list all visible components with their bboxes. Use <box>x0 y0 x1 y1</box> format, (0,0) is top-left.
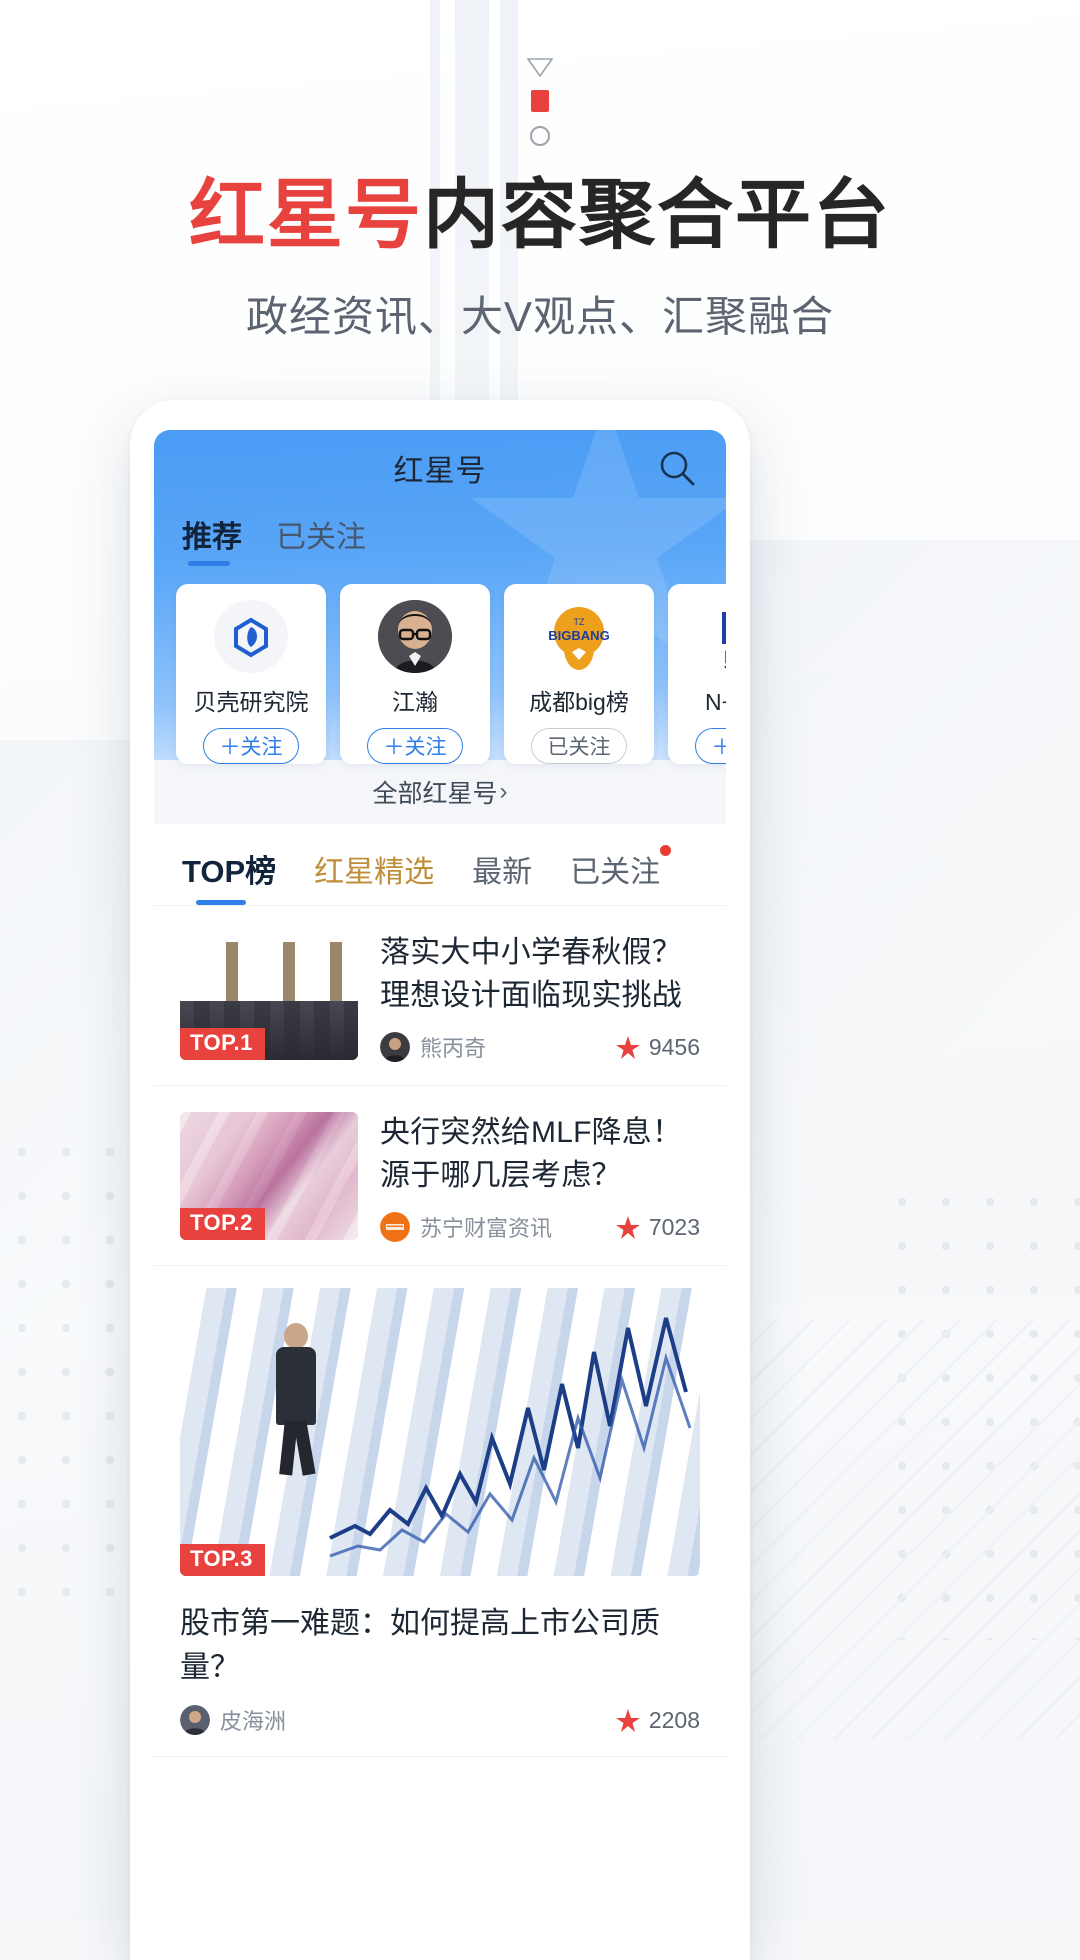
follow-button[interactable]: ＋关注 <box>203 728 299 765</box>
news-author-name: 熊丙奇 <box>420 1036 487 1062</box>
news-list: TOP.1 落实大中小学春秋假？理想设计面临现实挑战 熊丙奇 9456 TOP.… <box>154 906 726 1758</box>
news-author-name: 皮海洲 <box>220 1709 287 1735</box>
hot-star-icon <box>615 1036 640 1060</box>
unread-dot-badge <box>660 845 672 856</box>
all-publishers-link[interactable]: 全部红星号 › <box>372 774 507 810</box>
avatar <box>380 1032 410 1063</box>
rank-badge: TOP.2 <box>180 1208 265 1241</box>
hero-section: 红星号内容聚合平台 政经资讯、大V观点、汇聚融合 <box>0 0 1080 344</box>
hot-star-icon <box>615 1709 640 1733</box>
beike-research-logo-icon <box>214 600 288 674</box>
page-title: 红星号内容聚合平台 <box>0 172 1080 259</box>
phone-mockup: 红星号 推荐 已关注 贝壳研究院 ＋关注 江瀚 ＋关注 TZ BIGBANG 成… <box>130 400 750 1960</box>
news-body: 落实大中小学春秋假？理想设计面临现实挑战 熊丙奇 9456 <box>380 932 700 1063</box>
tab-latest-label: 最新 <box>472 856 533 889</box>
news-hot-count: 9456 <box>648 1033 700 1060</box>
news-item[interactable]: TOP.2 央行突然给MLF降息！源于哪几层考虑？ 苏宁财富资讯 7023 <box>154 1086 726 1267</box>
follow-button[interactable]: ＋关注 <box>367 728 463 765</box>
app-title-bar: 红星号 <box>154 430 726 506</box>
tab-top-list[interactable]: TOP榜 <box>182 846 276 905</box>
all-publishers-label: 全部红星号 <box>372 780 498 808</box>
tab-featured-label: 红星精选 <box>314 856 435 889</box>
app-header: 红星号 推荐 已关注 贝壳研究院 ＋关注 江瀚 ＋关注 TZ BIGBANG 成… <box>154 430 726 765</box>
avatar <box>380 1212 410 1243</box>
jianghan-avatar-icon <box>378 600 452 674</box>
svg-text:TZ: TZ <box>574 617 585 627</box>
page-subtitle: 政经资讯、大V观点、汇聚融合 <box>245 293 834 341</box>
rank-badge: TOP.3 <box>180 1544 265 1577</box>
news-title[interactable]: 股市第一难题：如何提高上市公司质量？ <box>180 1598 700 1686</box>
hot-star-icon <box>615 1216 640 1240</box>
news-body: 央行突然给MLF降息！源于哪几层考虑？ 苏宁财富资讯 7023 <box>380 1112 700 1243</box>
news-hero-image: TOP.3 <box>180 1288 700 1577</box>
app-title: 红星号 <box>393 455 487 488</box>
tab-latest[interactable]: 最新 <box>472 847 532 905</box>
content-tab-bar: TOP榜 红星精选 最新 已关注 <box>154 824 726 906</box>
svg-text:BIGBANG: BIGBANG <box>548 628 609 643</box>
tab-recommend-label: 推荐 <box>182 521 242 554</box>
tab-top-list-label: TOP榜 <box>182 854 277 889</box>
publisher-name: 江瀚 <box>392 689 438 716</box>
publisher-name: 贝壳研究院 <box>193 689 309 716</box>
background-diagonal-lines <box>700 1320 1080 1740</box>
app-screen: 红星号 推荐 已关注 贝壳研究院 ＋关注 江瀚 ＋关注 TZ BIGBANG 成… <box>154 430 726 1960</box>
page-title-accent: 红星号 <box>189 173 423 258</box>
all-publishers-row[interactable]: 全部红星号 › <box>154 760 726 824</box>
news-author[interactable]: 苏宁财富资讯 <box>380 1211 552 1243</box>
tab-followed[interactable]: 已关注 <box>570 845 672 905</box>
stock-chart-businessman-photo <box>180 1288 700 1577</box>
chevron-right-icon: › <box>499 778 508 805</box>
news-author[interactable]: 皮海洲 <box>180 1704 286 1736</box>
tab-following[interactable]: 已关注 <box>276 512 366 568</box>
chengdu-bigbang-logo-icon: TZ BIGBANG <box>542 600 616 673</box>
triangle-outline-icon <box>527 58 553 77</box>
news-title[interactable]: 央行突然给MLF降息！源于哪几层考虑？ <box>380 1112 700 1197</box>
follow-button[interactable]: 已关注 <box>531 728 627 765</box>
tab-followed-label: 已关注 <box>570 856 661 889</box>
news-hot-count: 2208 <box>648 1706 700 1733</box>
news-hot: 2208 <box>615 1707 700 1734</box>
follow-button[interactable]: ＋关注 <box>695 728 726 765</box>
tab-featured[interactable]: 红星精选 <box>314 847 434 905</box>
svg-text:财经: 财经 <box>724 648 726 670</box>
news-meta: 苏宁财富资讯 7023 <box>380 1197 700 1243</box>
publisher-card[interactable]: 贝壳研究院 ＋关注 <box>176 584 326 765</box>
news-author-name: 苏宁财富资讯 <box>420 1216 553 1242</box>
news-hot: 9456 <box>615 1034 700 1061</box>
news-hot: 7023 <box>615 1214 700 1241</box>
page-title-rest: 内容聚合平台 <box>423 173 891 258</box>
news-thumbnail: TOP.1 <box>180 932 358 1060</box>
news-thumbnail: TOP.2 <box>180 1112 358 1241</box>
avatar <box>180 1705 210 1736</box>
news-meta: 皮海洲 2208 <box>180 1704 700 1736</box>
search-icon[interactable] <box>654 445 700 491</box>
rank-badge: TOP.1 <box>180 1028 265 1060</box>
screen-bottom-spacer <box>154 1757 726 1798</box>
news-author[interactable]: 熊丙奇 <box>380 1031 486 1063</box>
circle-outline-icon <box>530 126 550 146</box>
red-square-icon <box>531 90 549 112</box>
news-title[interactable]: 落实大中小学春秋假？理想设计面临现实挑战 <box>380 932 700 1017</box>
news-hot-count: 7023 <box>648 1213 700 1240</box>
tab-following-label: 已关注 <box>276 521 366 554</box>
tab-recommend[interactable]: 推荐 <box>182 512 242 568</box>
news-item[interactable]: TOP.1 落实大中小学春秋假？理想设计面临现实挑战 熊丙奇 9456 <box>154 906 726 1087</box>
news-item[interactable]: TOP.3 股市第一难题：如何提高上市公司质量？ 皮海洲 2208 <box>154 1266 726 1758</box>
news-meta: 熊丙奇 9456 <box>380 1017 700 1063</box>
decorative-marks <box>0 58 1080 146</box>
